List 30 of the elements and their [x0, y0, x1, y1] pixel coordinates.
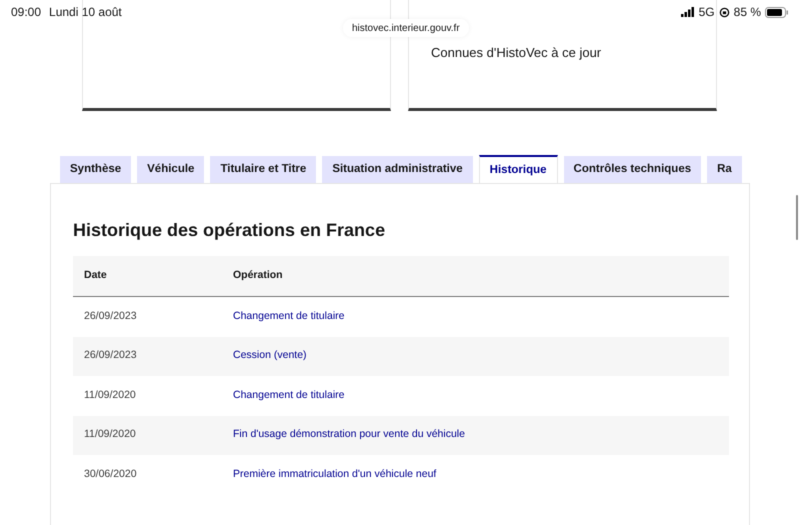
battery-percent: 85 %: [734, 4, 761, 21]
tab[interactable]: Contrôles techniques: [564, 156, 702, 183]
network-label: 5G: [698, 4, 715, 21]
tab[interactable]: Véhicule: [137, 156, 204, 183]
column-header: Date: [83, 268, 108, 284]
section-title: Historique des opérations en France: [73, 219, 386, 242]
rotation-lock-icon: [718, 6, 730, 18]
card-text: Connues d'HistoVec à ce jour: [431, 45, 602, 60]
operation-link[interactable]: Changement de titulaire: [233, 388, 344, 404]
battery-icon: [765, 6, 789, 18]
signal-icon: [680, 7, 695, 17]
operation-link[interactable]: Cession (vente): [233, 348, 307, 364]
tab[interactable]: Titulaire et Titre: [210, 156, 316, 183]
url-pill[interactable]: histovec.interieur.gouv.fr: [343, 19, 469, 37]
tab[interactable]: Historique: [478, 155, 558, 183]
tab[interactable]: Synthèse: [60, 156, 132, 183]
operation-link[interactable]: Première immatriculation d'un véhicule neuf: [233, 466, 436, 483]
date-cell-text: 30/06/2020: [83, 466, 138, 482]
column-header: Opération: [233, 268, 283, 284]
operation-link[interactable]: Fin d'usage démonstration pour vente du véhicule: [233, 427, 465, 444]
status-date: Lundi 10 août: [49, 4, 122, 21]
status-time: 09:00: [11, 4, 42, 21]
tab[interactable]: Ra: [707, 156, 742, 183]
date-cell-text: 11/09/2020: [83, 427, 137, 442]
tab[interactable]: Situation administrative: [322, 156, 473, 183]
operation-link[interactable]: Changement de titulaire: [233, 308, 344, 325]
scrollbar[interactable]: [796, 195, 798, 240]
date-cell-text: 11/09/2020: [83, 388, 137, 403]
date-cell-text: 26/09/2023: [83, 348, 138, 364]
date-cell-text: 26/09/2023: [83, 308, 138, 324]
